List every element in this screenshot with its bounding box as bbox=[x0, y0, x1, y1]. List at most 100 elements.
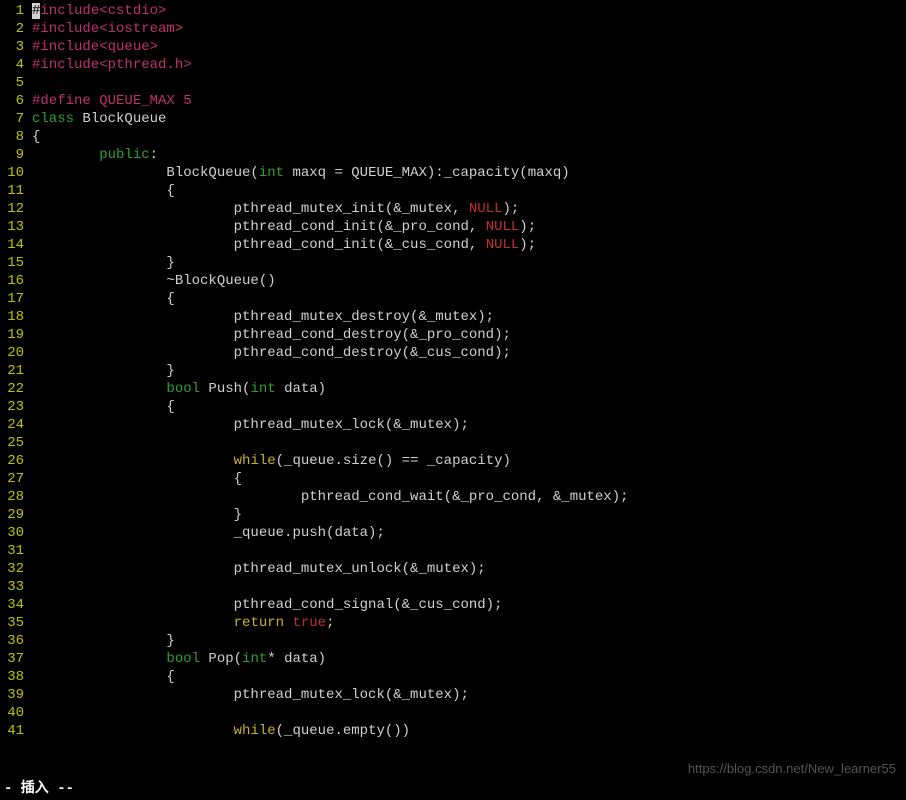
code-line[interactable]: 35 return true; bbox=[0, 614, 906, 632]
code-content[interactable]: } bbox=[32, 632, 906, 650]
code-line[interactable]: 38 { bbox=[0, 668, 906, 686]
code-content[interactable]: BlockQueue(int maxq = QUEUE_MAX):_capaci… bbox=[32, 164, 906, 182]
code-line[interactable]: 8{ bbox=[0, 128, 906, 146]
code-content[interactable]: pthread_cond_signal(&_cus_cond); bbox=[32, 596, 906, 614]
code-content[interactable]: } bbox=[32, 506, 906, 524]
code-content[interactable]: } bbox=[32, 362, 906, 380]
code-content[interactable]: #include<cstdio> bbox=[32, 2, 906, 20]
line-number: 19 bbox=[0, 326, 32, 344]
code-content[interactable]: { bbox=[32, 668, 906, 686]
code-content[interactable]: pthread_mutex_destroy(&_mutex); bbox=[32, 308, 906, 326]
code-token: { bbox=[32, 183, 175, 199]
code-line[interactable]: 30 _queue.push(data); bbox=[0, 524, 906, 542]
code-line[interactable]: 14 pthread_cond_init(&_cus_cond, NULL); bbox=[0, 236, 906, 254]
code-line[interactable]: 11 { bbox=[0, 182, 906, 200]
code-content[interactable]: #include<queue> bbox=[32, 38, 906, 56]
code-token: ~BlockQueue() bbox=[32, 273, 276, 289]
code-content[interactable]: while(_queue.empty()) bbox=[32, 722, 906, 740]
code-content[interactable]: } bbox=[32, 254, 906, 272]
code-line[interactable]: 17 { bbox=[0, 290, 906, 308]
code-line[interactable]: 2#include<iostream> bbox=[0, 20, 906, 38]
code-token: pthread_mutex_lock(&_mutex); bbox=[32, 687, 469, 703]
code-token: <cstdio> bbox=[99, 3, 166, 19]
code-token: bool bbox=[166, 381, 200, 397]
code-line[interactable]: 27 { bbox=[0, 470, 906, 488]
code-content[interactable]: return true; bbox=[32, 614, 906, 632]
code-line[interactable]: 4#include<pthread.h> bbox=[0, 56, 906, 74]
line-number: 38 bbox=[0, 668, 32, 686]
code-content[interactable]: class BlockQueue bbox=[32, 110, 906, 128]
code-content[interactable]: bool Pop(int* data) bbox=[32, 650, 906, 668]
code-content[interactable]: ~BlockQueue() bbox=[32, 272, 906, 290]
code-line[interactable]: 21 } bbox=[0, 362, 906, 380]
code-line[interactable]: 40 bbox=[0, 704, 906, 722]
code-content[interactable] bbox=[32, 542, 906, 560]
code-line[interactable]: 5 bbox=[0, 74, 906, 92]
code-line[interactable]: 28 pthread_cond_wait(&_pro_cond, &_mutex… bbox=[0, 488, 906, 506]
code-line[interactable]: 1#include<cstdio> bbox=[0, 2, 906, 20]
line-number: 2 bbox=[0, 20, 32, 38]
line-number: 8 bbox=[0, 128, 32, 146]
line-number: 40 bbox=[0, 704, 32, 722]
code-line[interactable]: 37 bool Pop(int* data) bbox=[0, 650, 906, 668]
code-line[interactable]: 22 bool Push(int data) bbox=[0, 380, 906, 398]
code-content[interactable]: pthread_cond_destroy(&_pro_cond); bbox=[32, 326, 906, 344]
code-content[interactable]: pthread_cond_destroy(&_cus_cond); bbox=[32, 344, 906, 362]
code-line[interactable]: 13 pthread_cond_init(&_pro_cond, NULL); bbox=[0, 218, 906, 236]
code-line[interactable]: 32 pthread_mutex_unlock(&_mutex); bbox=[0, 560, 906, 578]
code-line[interactable]: 26 while(_queue.size() == _capacity) bbox=[0, 452, 906, 470]
code-token: #define QUEUE_MAX 5 bbox=[32, 93, 192, 109]
code-content[interactable]: pthread_cond_init(&_cus_cond, NULL); bbox=[32, 236, 906, 254]
code-content[interactable]: { bbox=[32, 128, 906, 146]
code-content[interactable]: #define QUEUE_MAX 5 bbox=[32, 92, 906, 110]
code-line[interactable]: 12 pthread_mutex_init(&_mutex, NULL); bbox=[0, 200, 906, 218]
code-content[interactable]: pthread_mutex_init(&_mutex, NULL); bbox=[32, 200, 906, 218]
line-number: 9 bbox=[0, 146, 32, 164]
code-content[interactable]: pthread_cond_wait(&_pro_cond, &_mutex); bbox=[32, 488, 906, 506]
code-line[interactable]: 6#define QUEUE_MAX 5 bbox=[0, 92, 906, 110]
code-editor[interactable]: 1#include<cstdio>2#include<iostream>3#in… bbox=[0, 0, 906, 742]
code-line[interactable]: 31 bbox=[0, 542, 906, 560]
code-line[interactable]: 41 while(_queue.empty()) bbox=[0, 722, 906, 740]
code-content[interactable]: pthread_mutex_unlock(&_mutex); bbox=[32, 560, 906, 578]
code-line[interactable]: 16 ~BlockQueue() bbox=[0, 272, 906, 290]
code-line[interactable]: 19 pthread_cond_destroy(&_pro_cond); bbox=[0, 326, 906, 344]
code-line[interactable]: 3#include<queue> bbox=[0, 38, 906, 56]
code-content[interactable]: { bbox=[32, 182, 906, 200]
code-line[interactable]: 10 BlockQueue(int maxq = QUEUE_MAX):_cap… bbox=[0, 164, 906, 182]
code-content[interactable]: bool Push(int data) bbox=[32, 380, 906, 398]
code-content[interactable]: { bbox=[32, 290, 906, 308]
code-line[interactable]: 20 pthread_cond_destroy(&_cus_cond); bbox=[0, 344, 906, 362]
code-content[interactable] bbox=[32, 434, 906, 452]
code-content[interactable]: pthread_mutex_lock(&_mutex); bbox=[32, 686, 906, 704]
code-line[interactable]: 7class BlockQueue bbox=[0, 110, 906, 128]
code-line[interactable]: 23 { bbox=[0, 398, 906, 416]
code-line[interactable]: 15 } bbox=[0, 254, 906, 272]
code-content[interactable] bbox=[32, 704, 906, 722]
code-content[interactable]: #include<pthread.h> bbox=[32, 56, 906, 74]
code-line[interactable]: 39 pthread_mutex_lock(&_mutex); bbox=[0, 686, 906, 704]
code-content[interactable] bbox=[32, 74, 906, 92]
code-line[interactable]: 34 pthread_cond_signal(&_cus_cond); bbox=[0, 596, 906, 614]
line-number: 35 bbox=[0, 614, 32, 632]
code-line[interactable]: 24 pthread_mutex_lock(&_mutex); bbox=[0, 416, 906, 434]
code-line[interactable]: 29 } bbox=[0, 506, 906, 524]
code-line[interactable]: 36 } bbox=[0, 632, 906, 650]
code-token: ); bbox=[502, 201, 519, 217]
code-content[interactable]: pthread_cond_init(&_pro_cond, NULL); bbox=[32, 218, 906, 236]
code-token: <pthread.h> bbox=[99, 57, 191, 73]
code-line[interactable]: 33 bbox=[0, 578, 906, 596]
code-content[interactable]: public: bbox=[32, 146, 906, 164]
code-content[interactable]: { bbox=[32, 470, 906, 488]
code-line[interactable]: 18 pthread_mutex_destroy(&_mutex); bbox=[0, 308, 906, 326]
code-content[interactable]: _queue.push(data); bbox=[32, 524, 906, 542]
line-number: 25 bbox=[0, 434, 32, 452]
code-content[interactable]: #include<iostream> bbox=[32, 20, 906, 38]
code-content[interactable] bbox=[32, 578, 906, 596]
code-content[interactable]: while(_queue.size() == _capacity) bbox=[32, 452, 906, 470]
code-content[interactable]: { bbox=[32, 398, 906, 416]
code-content[interactable]: pthread_mutex_lock(&_mutex); bbox=[32, 416, 906, 434]
code-token: pthread_mutex_destroy(&_mutex); bbox=[32, 309, 494, 325]
code-line[interactable]: 9 public: bbox=[0, 146, 906, 164]
code-line[interactable]: 25 bbox=[0, 434, 906, 452]
